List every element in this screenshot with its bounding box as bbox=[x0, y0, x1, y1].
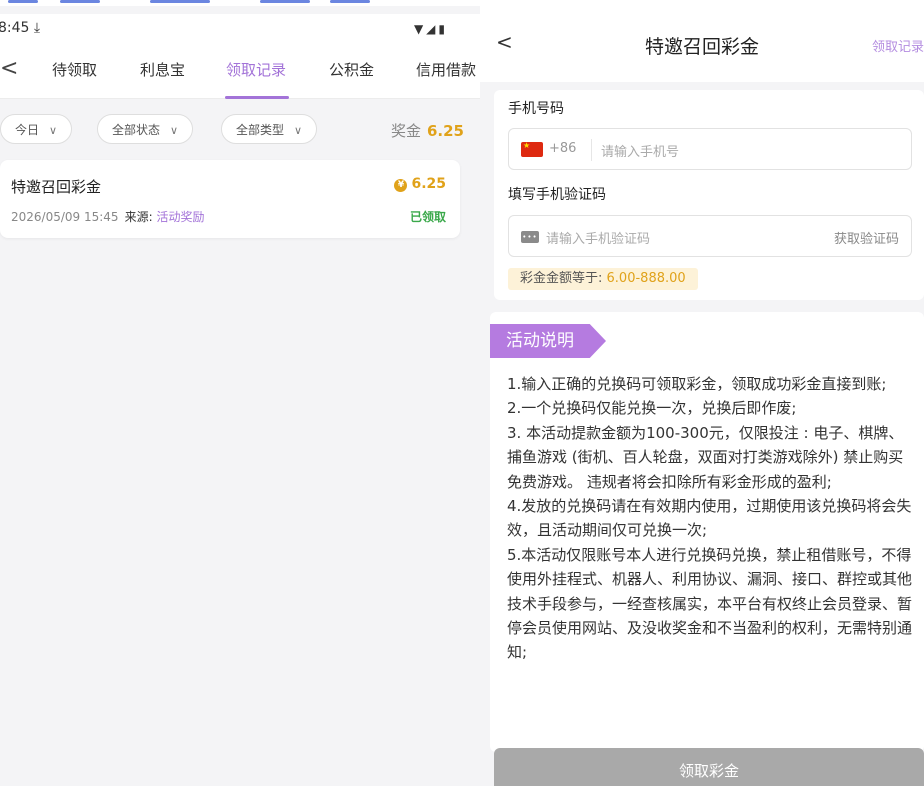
download-icon: ⤓ bbox=[33, 20, 41, 36]
filter-type[interactable]: 全部类型 ∨ bbox=[221, 114, 318, 144]
status-bar: 8:45 ⤓ ▼◢▮ bbox=[0, 14, 480, 42]
code-field[interactable]: ••• 请输入手机验证码 获取验证码 bbox=[508, 215, 912, 257]
china-flag-icon bbox=[521, 141, 543, 157]
tab-fund[interactable]: 公积金 bbox=[329, 59, 374, 80]
signal-battery-icon: ▼◢▮ bbox=[413, 22, 448, 36]
code-input[interactable]: 请输入手机验证码 bbox=[546, 228, 650, 247]
bonus-range: 彩金金额等于: 6.00-888.00 bbox=[508, 268, 698, 290]
records-link[interactable]: 领取记录 bbox=[872, 36, 924, 55]
phone-field[interactable]: +86 请输入手机号 bbox=[508, 128, 912, 170]
coin-icon: ¥ bbox=[394, 179, 408, 192]
filter-date[interactable]: 今日 ∨ bbox=[0, 114, 73, 144]
get-code-button[interactable]: 获取验证码 bbox=[834, 228, 899, 247]
rule-item: 2.一个兑换码仅能兑换一次，兑换后即作废; bbox=[507, 399, 797, 418]
record-amount: ¥6.25 bbox=[394, 176, 446, 192]
header: < 特邀召回彩金 领取记录 bbox=[480, 0, 924, 82]
records-screen: 8:45 ⤓ ▼◢▮ < 待领取 利息宝 领取记录 公积金 信用借款 今日 ∨ 全… bbox=[0, 0, 480, 786]
code-label: 填写手机验证码 bbox=[508, 187, 606, 203]
chevron-down-icon: ∨ bbox=[170, 124, 179, 137]
record-meta: 2026/05/09 15:45 来源: 活动奖励 bbox=[11, 210, 205, 224]
tab-pending[interactable]: 待领取 bbox=[52, 59, 97, 80]
record-card[interactable]: 特邀召回彩金 ¥6.25 2026/05/09 15:45 来源: 活动奖励 已领… bbox=[0, 160, 460, 238]
rules-text: 1.输入正确的兑换码可领取彩金，领取成功彩金直接到账; 2.一个兑换码仅能兑换一… bbox=[507, 372, 912, 665]
rule-item: 1.输入正确的兑换码可领取彩金，领取成功彩金直接到账; bbox=[507, 375, 887, 393]
section-banner: 活动说明 bbox=[490, 324, 606, 358]
back-icon[interactable]: < bbox=[0, 56, 18, 81]
tab-interest[interactable]: 利息宝 bbox=[140, 59, 185, 80]
claim-button[interactable]: 领取彩金 bbox=[494, 748, 924, 786]
activity-info: 活动说明 1.输入正确的兑换码可领取彩金，领取成功彩金直接到账; 2.一个兑换码… bbox=[490, 312, 924, 752]
record-datetime: 2026/05/09 15:45 bbox=[11, 210, 119, 224]
phone-input[interactable]: 请输入手机号 bbox=[601, 141, 679, 160]
tab-active-indicator bbox=[225, 96, 289, 99]
message-icon: ••• bbox=[521, 231, 539, 243]
country-code[interactable]: +86 bbox=[549, 141, 576, 156]
tab-credit-loan[interactable]: 信用借款 bbox=[416, 59, 476, 80]
chevron-down-icon: ∨ bbox=[294, 124, 303, 137]
bonus-total: 奖金 6.25 bbox=[390, 122, 464, 140]
rule-item: 3. 本活动提款金额为100-300元，仅限投注 : 电子、棋牌、捕鱼游戏 (街… bbox=[507, 423, 904, 491]
tab-bar: < 待领取 利息宝 领取记录 公积金 信用借款 bbox=[0, 42, 480, 99]
filter-status[interactable]: 全部状态 ∨ bbox=[97, 114, 194, 144]
status-time: 8:45 ⤓ bbox=[0, 20, 41, 36]
redeem-screen: < 特邀召回彩金 领取记录 手机号码 +86 请输入手机号 填写手机验证码 ••… bbox=[480, 0, 924, 786]
tab-records[interactable]: 领取记录 bbox=[226, 59, 286, 80]
status-badge: 已领取 bbox=[409, 210, 446, 224]
filter-bar: 今日 ∨ 全部状态 ∨ 全部类型 ∨ 奖金 6.25 bbox=[0, 112, 480, 148]
record-title: 特邀召回彩金 bbox=[11, 178, 102, 196]
top-strip bbox=[0, 0, 480, 6]
chevron-down-icon: ∨ bbox=[49, 124, 58, 137]
rule-item: 5.本活动仅限账号本人进行兑换码兑换，禁止租借账号，不得使用外挂程式、机器人、利… bbox=[507, 545, 913, 662]
record-source: 活动奖励 bbox=[156, 210, 205, 224]
rule-item: 4.发放的兑换码请在有效期内使用，过期使用该兑换码将会失效，且活动期间仅可兑换一… bbox=[507, 497, 912, 540]
redeem-form: 手机号码 +86 请输入手机号 填写手机验证码 ••• 请输入手机验证码 获取验… bbox=[494, 90, 924, 300]
phone-label: 手机号码 bbox=[508, 101, 564, 117]
page-title: 特邀召回彩金 bbox=[644, 36, 759, 58]
